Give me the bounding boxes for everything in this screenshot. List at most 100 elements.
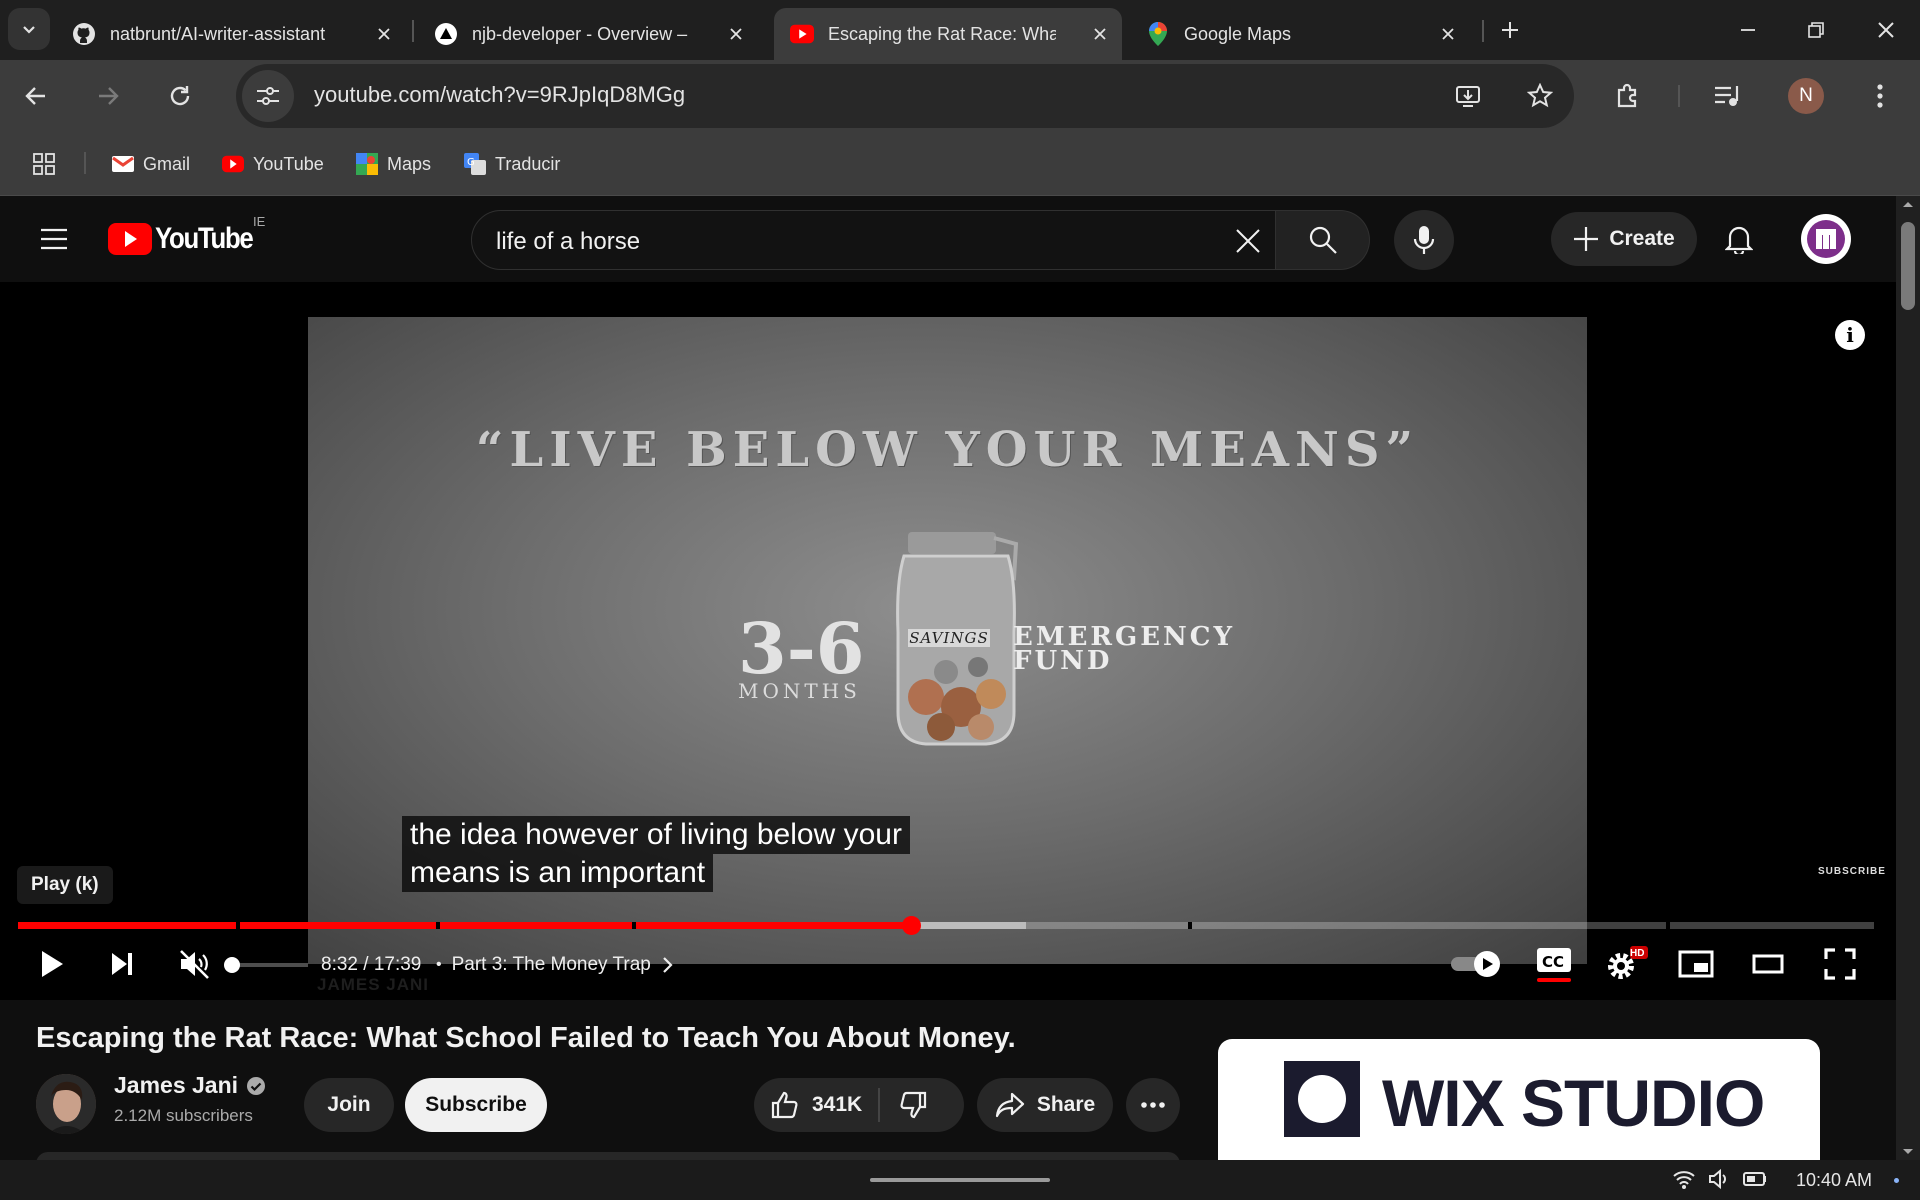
youtube-header: YouTube IE life of a horse Create bbox=[0, 196, 1896, 282]
restore-button[interactable] bbox=[1792, 6, 1840, 54]
branding-subscribe-mark[interactable]: SUBSCRIBE bbox=[1818, 866, 1886, 877]
bookmark-maps[interactable]: Maps bbox=[356, 150, 431, 178]
subscribe-button[interactable]: Subscribe bbox=[405, 1078, 547, 1132]
next-button[interactable] bbox=[98, 938, 146, 990]
account-avatar[interactable] bbox=[1801, 214, 1851, 264]
tab-title: natbrunt/AI-writer-assistant bbox=[110, 23, 326, 44]
scrubber-handle[interactable] bbox=[901, 916, 921, 935]
volume-knob[interactable] bbox=[224, 957, 240, 973]
mute-button[interactable] bbox=[170, 938, 218, 990]
dislike-button[interactable] bbox=[880, 1078, 928, 1132]
shelf-handle[interactable] bbox=[870, 1178, 1050, 1182]
system-clock[interactable]: 10:40 AM bbox=[1796, 1170, 1872, 1191]
video-emergency-line2: FUND bbox=[1013, 646, 1113, 676]
tab-google-maps[interactable]: Google Maps bbox=[1130, 8, 1470, 60]
tab-github[interactable]: natbrunt/AI-writer-assistant bbox=[56, 8, 406, 60]
theater-mode-button[interactable] bbox=[1744, 938, 1792, 990]
site-info-button[interactable] bbox=[242, 70, 294, 122]
more-actions-button[interactable] bbox=[1126, 1078, 1180, 1132]
share-button[interactable]: Share bbox=[977, 1078, 1113, 1132]
fullscreen-button[interactable] bbox=[1816, 938, 1864, 990]
bookmark-gmail[interactable]: Gmail bbox=[112, 150, 190, 178]
channel-name[interactable]: James Jani bbox=[114, 1072, 266, 1099]
chevron-right-icon bbox=[663, 957, 673, 973]
voice-search-button[interactable] bbox=[1394, 210, 1454, 270]
close-window-button[interactable] bbox=[1862, 6, 1910, 54]
settings-button[interactable]: HD bbox=[1600, 938, 1652, 990]
search-input[interactable]: life of a horse bbox=[471, 210, 1276, 270]
wifi-icon bbox=[1673, 1171, 1695, 1189]
video-player[interactable]: “LIVE BELOW YOUR MEANS” 3-6 MONTHS SAVIN… bbox=[0, 282, 1896, 1000]
autoplay-toggle[interactable] bbox=[1448, 938, 1506, 990]
install-app-button[interactable] bbox=[1444, 72, 1492, 120]
volume-slider[interactable] bbox=[224, 957, 308, 973]
scroll-up-icon[interactable] bbox=[1896, 196, 1920, 212]
ad-banner[interactable]: WIX STUDIO bbox=[1218, 1039, 1820, 1160]
clear-search-button[interactable] bbox=[1224, 217, 1272, 265]
guide-menu-button[interactable] bbox=[30, 215, 78, 263]
chapter-gap bbox=[1188, 922, 1192, 929]
subtitles-button[interactable]: CC bbox=[1530, 938, 1578, 990]
chapter-title: Part 3: The Money Trap bbox=[451, 954, 651, 975]
miniplayer-button[interactable] bbox=[1672, 938, 1720, 990]
media-controls-button[interactable] bbox=[1704, 72, 1752, 120]
tab-search-button[interactable] bbox=[8, 8, 50, 50]
time-display: 8:32 / 17:39 bbox=[321, 954, 422, 975]
extensions-button[interactable] bbox=[1604, 72, 1652, 120]
wix-logo-icon bbox=[1284, 1061, 1360, 1137]
close-icon[interactable] bbox=[372, 22, 396, 46]
search-button[interactable] bbox=[1276, 210, 1370, 270]
search-query[interactable]: life of a horse bbox=[496, 228, 640, 256]
youtube-logo[interactable]: YouTube IE bbox=[108, 214, 268, 256]
play-button[interactable] bbox=[28, 938, 76, 990]
chapter-button[interactable]: • Part 3: The Money Trap bbox=[436, 954, 673, 976]
bookmark-youtube[interactable]: YouTube bbox=[222, 150, 324, 178]
like-count: 341K bbox=[812, 1093, 863, 1116]
browser-menu-button[interactable] bbox=[1856, 72, 1904, 120]
back-button[interactable] bbox=[12, 72, 60, 120]
new-tab-button[interactable] bbox=[1486, 6, 1534, 54]
scrollbar-thumb[interactable] bbox=[1901, 222, 1915, 310]
profile-avatar: N bbox=[1788, 78, 1824, 114]
reload-button[interactable] bbox=[156, 72, 204, 120]
create-button[interactable]: Create bbox=[1551, 212, 1697, 266]
scroll-down-icon[interactable] bbox=[1896, 1144, 1920, 1160]
like-button[interactable]: 341K bbox=[754, 1078, 862, 1132]
caption-line-1: the idea however of living below your bbox=[402, 816, 910, 854]
close-icon[interactable] bbox=[724, 22, 748, 46]
reload-icon bbox=[170, 86, 190, 106]
play-tooltip: Play (k) bbox=[17, 866, 113, 904]
channel-avatar[interactable] bbox=[36, 1074, 96, 1134]
autoplay-toggle-icon bbox=[1451, 951, 1500, 977]
youtube-logo-icon bbox=[108, 223, 152, 255]
channel-name-text[interactable]: James Jani bbox=[114, 1072, 238, 1099]
page-scrollbar[interactable] bbox=[1896, 196, 1920, 1160]
bookmark-traducir[interactable]: G Traducir bbox=[464, 150, 560, 178]
system-shelf: 10:40 AM bbox=[0, 1160, 1920, 1200]
tab-youtube-active[interactable]: Escaping the Rat Race: What bbox=[774, 8, 1122, 60]
tab-vercel[interactable]: njb-developer - Overview – V bbox=[418, 8, 758, 60]
apps-button[interactable] bbox=[20, 140, 68, 188]
forward-button[interactable] bbox=[84, 72, 132, 120]
miniplayer-icon bbox=[1678, 950, 1714, 978]
profile-button[interactable]: N bbox=[1782, 72, 1830, 120]
channel-avatar-image bbox=[36, 1074, 96, 1134]
tab-title: njb-developer - Overview – V bbox=[472, 23, 692, 44]
share-label: Share bbox=[1036, 1093, 1096, 1116]
close-icon bbox=[1236, 229, 1260, 253]
close-icon[interactable] bbox=[1436, 22, 1460, 46]
description-box[interactable] bbox=[36, 1152, 1180, 1160]
translate-icon: G bbox=[464, 153, 486, 175]
close-icon[interactable] bbox=[1088, 22, 1112, 46]
plus-icon bbox=[1502, 22, 1518, 38]
bookmark-star-button[interactable] bbox=[1516, 72, 1564, 120]
address-bar[interactable]: youtube.com/watch?v=9RJpIqD8MGg bbox=[236, 64, 1574, 128]
info-card-button[interactable]: i bbox=[1835, 320, 1865, 350]
minimize-button[interactable] bbox=[1724, 6, 1772, 54]
join-button[interactable]: Join bbox=[304, 1078, 394, 1132]
status-area[interactable] bbox=[1672, 1168, 1768, 1190]
notifications-button[interactable] bbox=[1715, 215, 1763, 263]
bookmarks-bar: Gmail YouTube Maps G Traducir bbox=[0, 132, 1920, 196]
url-text[interactable]: youtube.com/watch?v=9RJpIqD8MGg bbox=[314, 82, 685, 108]
progress-bar[interactable] bbox=[18, 916, 1874, 935]
